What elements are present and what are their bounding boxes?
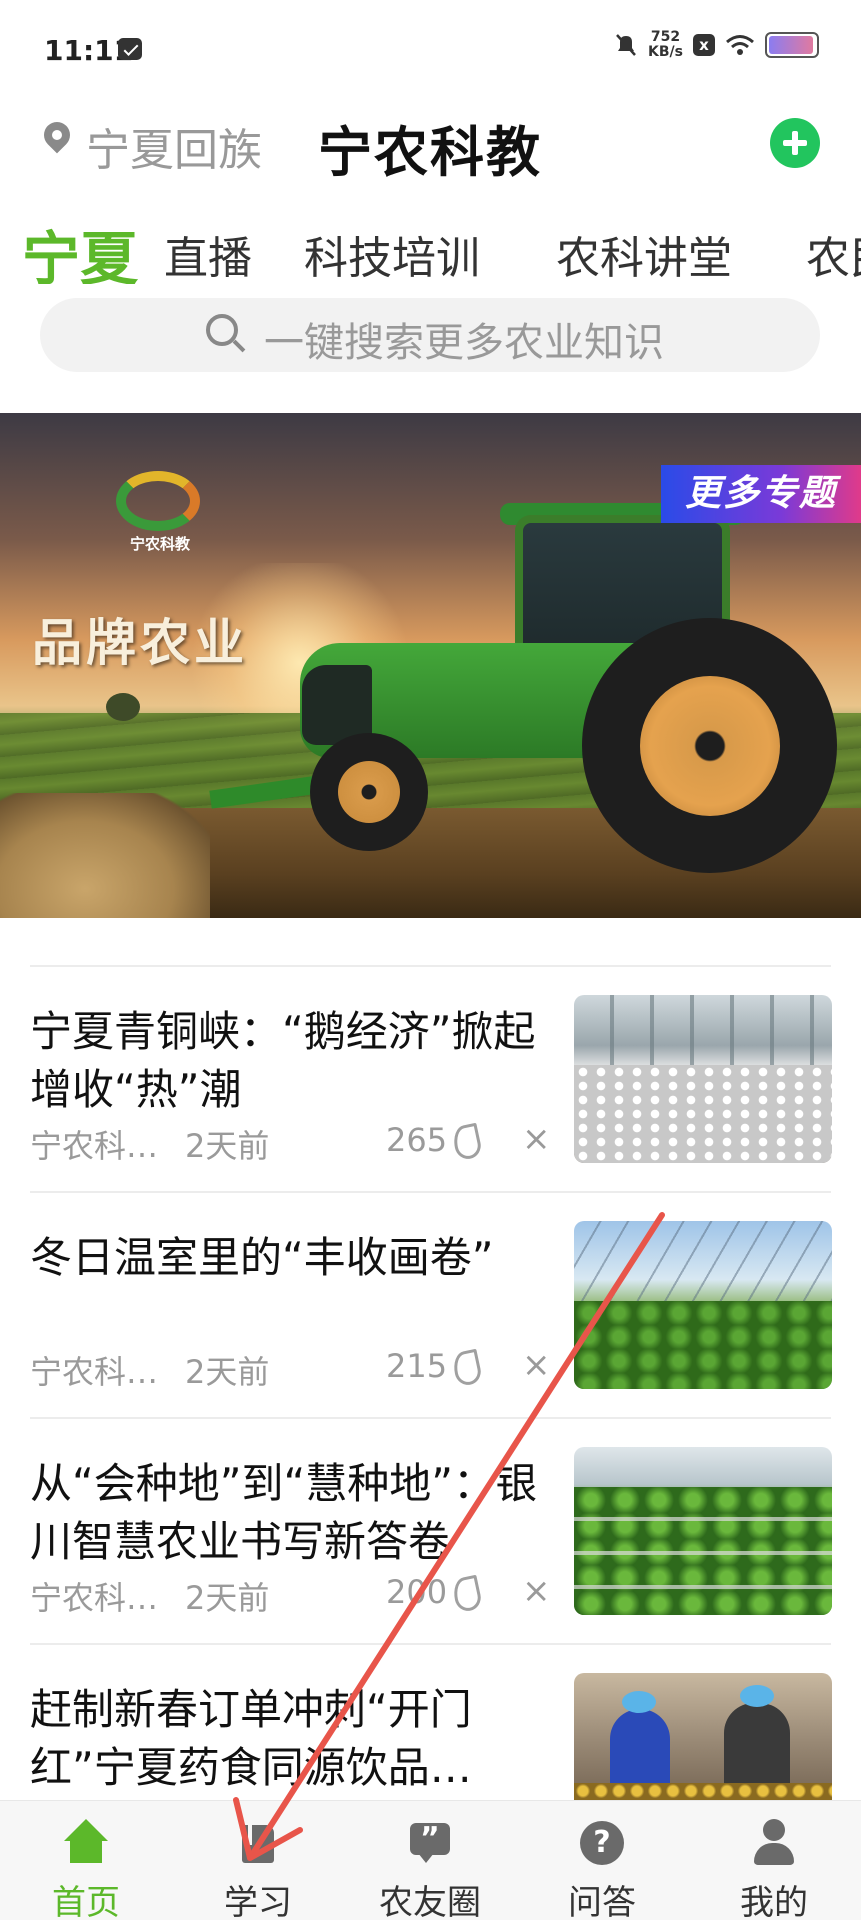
tab-farmers[interactable]: 农民 bbox=[806, 222, 861, 284]
news-time: 2天前 bbox=[185, 1353, 270, 1391]
news-meta: 宁农科… 2天前 215 × bbox=[30, 1345, 551, 1391]
news-meta: 宁农科… 2天前 200 × bbox=[30, 1571, 551, 1617]
flame-icon bbox=[450, 1348, 484, 1388]
network-speed: 752 KB/s bbox=[648, 30, 683, 60]
brand-logo: 宁农科教 bbox=[110, 461, 206, 561]
network-speed-unit: KB/s bbox=[648, 44, 683, 60]
nav-study[interactable]: 学习 bbox=[198, 1801, 318, 1920]
question-icon: ? bbox=[578, 1819, 626, 1867]
message-notification-icon bbox=[118, 38, 142, 60]
search-placeholder: 一键搜索更多农业知识 bbox=[264, 320, 664, 366]
nav-label: 学习 bbox=[224, 1883, 292, 1920]
nav-label: 我的 bbox=[740, 1883, 808, 1920]
location-selector[interactable]: 宁夏回族 bbox=[86, 114, 262, 178]
news-source: 宁农科… bbox=[30, 1127, 159, 1165]
location-pin-icon[interactable] bbox=[38, 116, 76, 154]
status-indicators: 752 KB/s x bbox=[614, 30, 819, 60]
news-item[interactable]: 宁夏青铜峡：“鹅经济”掀起增收“热”潮 宁农科… 2天前 265 × bbox=[30, 965, 832, 1191]
mute-bell-icon bbox=[616, 34, 636, 56]
banner-tree bbox=[106, 693, 140, 721]
news-title[interactable]: 从“会种地”到“慧种地”：银川智慧农业书写新答卷 bbox=[30, 1455, 550, 1571]
close-icon[interactable]: × bbox=[522, 1571, 551, 1611]
news-title[interactable]: 宁夏青铜峡：“鹅经济”掀起增收“热”潮 bbox=[30, 1003, 550, 1119]
search-bar[interactable]: 一键搜索更多农业知识 bbox=[40, 298, 820, 372]
search-icon bbox=[206, 314, 246, 353]
news-source: 宁农科… bbox=[30, 1579, 159, 1617]
more-topics-button[interactable]: 更多专题 bbox=[661, 465, 861, 523]
nav-home[interactable]: 首页 bbox=[26, 1801, 146, 1920]
nav-qa[interactable]: ? 问答 bbox=[542, 1801, 662, 1920]
bottom-navigation: 首页 学习 ” 农友圈 ? 问答 我的 bbox=[0, 1800, 861, 1920]
banner-slogan: 品牌农业 bbox=[32, 613, 248, 672]
home-icon bbox=[62, 1819, 110, 1867]
battery-icon bbox=[765, 32, 819, 58]
news-view-count: 265 bbox=[386, 1121, 448, 1159]
category-tabs: 宁夏 直播 科技培训 农科讲堂 农民 bbox=[0, 212, 861, 284]
news-title[interactable]: 赶制新春订单冲刺“开门红”宁夏药食同源饮品… bbox=[30, 1681, 550, 1797]
nav-profile[interactable]: 我的 bbox=[714, 1801, 834, 1920]
news-thumbnail[interactable] bbox=[574, 1447, 832, 1615]
status-bar: 11:11 752 KB/s x bbox=[0, 0, 861, 100]
news-thumbnail[interactable] bbox=[574, 1221, 832, 1389]
news-item[interactable]: 冬日温室里的“丰收画卷” 宁农科… 2天前 215 × bbox=[30, 1191, 832, 1417]
nav-label: 首页 bbox=[52, 1883, 120, 1920]
book-icon bbox=[234, 1819, 282, 1867]
news-view-count: 215 bbox=[386, 1347, 448, 1385]
wifi-icon bbox=[726, 35, 754, 55]
nav-label: 农友圈 bbox=[379, 1883, 481, 1920]
brand-logo-label: 宁农科教 bbox=[129, 535, 190, 553]
news-time: 2天前 bbox=[185, 1127, 270, 1165]
app-header: 宁夏回族 宁农科教 bbox=[0, 100, 861, 210]
nav-farmer-circle[interactable]: ” 农友圈 bbox=[370, 1801, 490, 1920]
app-notification-icon: x bbox=[693, 34, 715, 56]
user-icon bbox=[750, 1819, 798, 1867]
nav-label: 问答 bbox=[568, 1883, 636, 1920]
banner-hay bbox=[0, 793, 210, 918]
tab-ningxia[interactable]: 宁夏 bbox=[22, 212, 138, 284]
tab-tech-training[interactable]: 科技培训 bbox=[304, 222, 480, 284]
news-view-count: 200 bbox=[386, 1573, 448, 1611]
news-item[interactable]: 从“会种地”到“慧种地”：银川智慧农业书写新答卷 宁农科… 2天前 200 × bbox=[30, 1417, 832, 1643]
battery-level bbox=[769, 36, 813, 54]
news-time: 2天前 bbox=[185, 1579, 270, 1617]
quote-bubble-icon: ” bbox=[406, 1819, 454, 1867]
network-speed-value: 752 bbox=[650, 29, 681, 45]
tab-live[interactable]: 直播 bbox=[164, 222, 252, 284]
page-title: 宁农科教 bbox=[318, 121, 542, 184]
tab-agri-lecture[interactable]: 农科讲堂 bbox=[556, 222, 732, 284]
news-meta: 宁农科… 2天前 265 × bbox=[30, 1119, 551, 1165]
news-source: 宁农科… bbox=[30, 1353, 159, 1391]
flame-icon bbox=[450, 1122, 484, 1162]
news-thumbnail[interactable] bbox=[574, 995, 832, 1163]
close-icon[interactable]: × bbox=[522, 1345, 551, 1385]
close-icon[interactable]: × bbox=[522, 1119, 551, 1159]
flame-icon bbox=[450, 1574, 484, 1614]
add-button[interactable] bbox=[770, 118, 820, 168]
news-title[interactable]: 冬日温室里的“丰收画卷” bbox=[30, 1229, 550, 1287]
tractor-illustration bbox=[209, 493, 850, 893]
